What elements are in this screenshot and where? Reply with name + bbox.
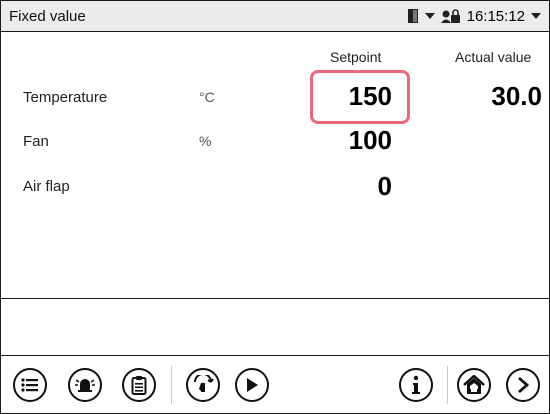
door-icon xyxy=(407,8,419,24)
clipboard-icon[interactable] xyxy=(122,368,156,402)
temperature-unit: °C xyxy=(199,89,215,105)
home-icon[interactable] xyxy=(457,368,491,402)
content-divider xyxy=(1,298,549,299)
page-title: Fixed value xyxy=(9,8,86,25)
next-icon[interactable] xyxy=(506,368,540,402)
status-area: 16:15:12 xyxy=(407,6,541,26)
actual-value-column-header: Actual value xyxy=(455,49,532,65)
fan-label: Fan xyxy=(23,133,49,150)
temperature-setpoint-value[interactable]: 150 xyxy=(292,81,392,112)
fan-unit: % xyxy=(199,133,212,149)
temperature-label: Temperature xyxy=(23,89,108,106)
air-flap-setpoint-value[interactable]: 0 xyxy=(292,171,392,202)
setpoint-entry-icon[interactable] xyxy=(186,368,220,402)
play-icon[interactable] xyxy=(235,368,269,402)
fan-setpoint-value[interactable]: 100 xyxy=(292,125,392,156)
time-dropdown-icon[interactable] xyxy=(531,12,541,20)
temperature-actual-value: 30.0 xyxy=(491,81,542,111)
air-flap-label: Air flap xyxy=(23,178,70,195)
title-bar: Fixed value 16:15:12 xyxy=(1,1,549,32)
toolbar-separator xyxy=(447,366,448,404)
setpoint-column-header: Setpoint xyxy=(330,49,382,65)
user-lock-icon[interactable] xyxy=(440,8,461,24)
bottom-toolbar xyxy=(1,356,549,413)
alarm-icon[interactable] xyxy=(68,368,102,402)
controller-screen: Fixed value 16:15:12 Setpoint Actual val… xyxy=(0,0,550,414)
toolbar-separator xyxy=(171,366,172,404)
info-icon[interactable] xyxy=(399,368,433,402)
menu-icon[interactable] xyxy=(13,368,47,402)
dropdown-arrow-icon[interactable] xyxy=(424,12,435,20)
clock-time: 16:15:12 xyxy=(466,7,525,25)
